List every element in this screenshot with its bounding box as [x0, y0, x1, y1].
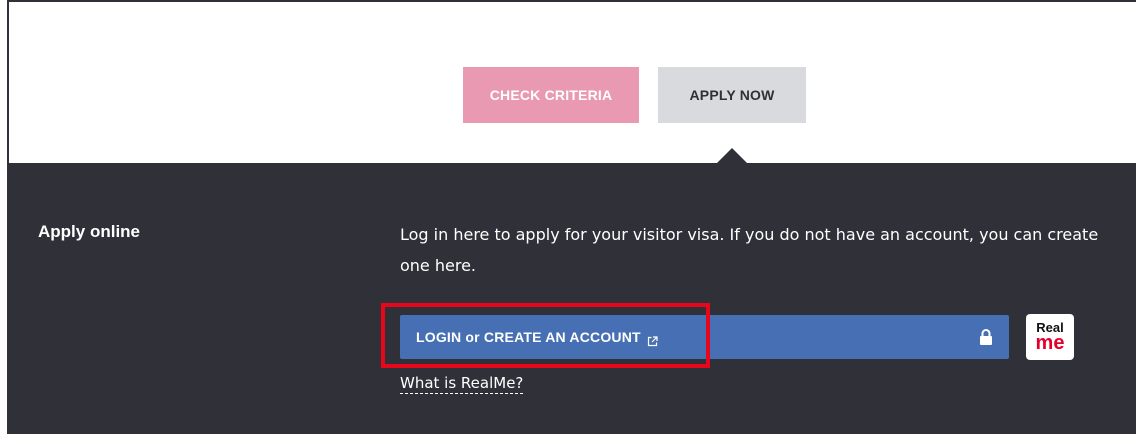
external-link-icon	[647, 332, 658, 346]
section-title: Apply online	[38, 222, 140, 241]
lock-icon	[979, 328, 993, 346]
active-tab-pointer	[716, 148, 748, 164]
login-create-account-button[interactable]: LOGIN or CREATE AN ACCOUNT	[400, 315, 1009, 359]
apply-now-button[interactable]: APPLY NOW	[658, 67, 806, 123]
tab-area: CHECK CRITERIA APPLY NOW	[9, 2, 1136, 163]
apply-now-label: APPLY NOW	[689, 87, 775, 103]
what-is-realme-link[interactable]: What is RealMe?	[400, 374, 524, 394]
realme-logo: Real me	[1026, 314, 1074, 360]
intro-text: Log in here to apply for your visitor vi…	[400, 225, 1099, 275]
login-button-label: LOGIN or CREATE AN ACCOUNT	[416, 329, 641, 345]
check-criteria-label: CHECK CRITERIA	[489, 87, 613, 103]
check-criteria-button[interactable]: CHECK CRITERIA	[463, 67, 639, 123]
realme-logo-line2: me	[1035, 332, 1065, 354]
apply-panel	[9, 163, 1136, 434]
page-frame: CHECK CRITERIA APPLY NOW Apply online Lo…	[7, 0, 1136, 434]
